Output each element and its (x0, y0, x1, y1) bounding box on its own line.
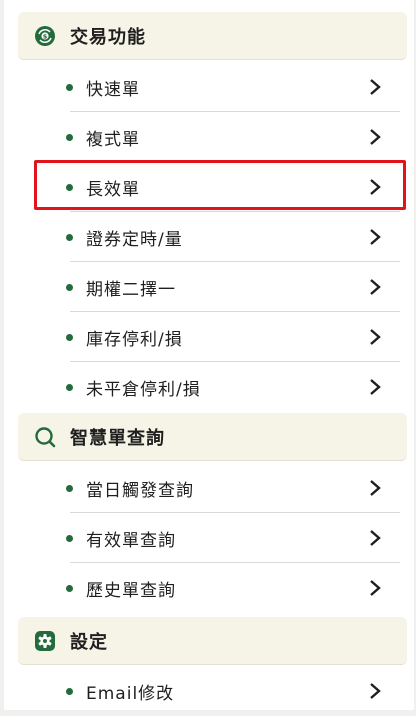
section-header-trading[interactable]: $ 交易功能 (18, 12, 407, 60)
chevron-right-icon (370, 79, 381, 95)
gear-icon (34, 630, 56, 652)
section-label: 設定 (70, 631, 108, 653)
selection-highlight (34, 160, 406, 210)
bullet-icon (66, 233, 73, 241)
menu-item-label: 當日觸發查詢 (86, 480, 194, 501)
chevron-right-icon (370, 480, 381, 496)
chevron-right-icon (370, 229, 381, 245)
section-header-smart-order-query[interactable]: 智慧單查詢 (18, 413, 407, 461)
chevron-right-icon (370, 530, 381, 546)
menu-item-label: 有效單查詢 (86, 530, 176, 551)
menu-item-securities-timed[interactable]: 證券定時/量 (58, 212, 400, 262)
chevron-right-icon (370, 129, 381, 145)
menu-item-email-edit[interactable]: Email修改 (58, 666, 400, 716)
section-header-settings[interactable]: 設定 (18, 617, 407, 665)
chevron-right-icon (370, 279, 381, 295)
chevron-right-icon (370, 379, 381, 395)
bullet-icon (66, 484, 73, 492)
menu-item-today-trigger-query[interactable]: 當日觸發查詢 (58, 463, 400, 513)
menu-item-open-position-stop[interactable]: 未平倉停利/損 (58, 362, 400, 412)
bullet-icon (66, 133, 73, 141)
menu-panel: $ 交易功能 快速單 複式單 長效單 證券定時/量 期權二擇一 庫存停利/損 未… (4, 0, 414, 710)
exchange-coin-icon: $ (34, 25, 56, 47)
bullet-icon (66, 584, 73, 592)
menu-item-history-order-query[interactable]: 歷史單查詢 (58, 563, 400, 613)
menu-item-label: Email修改 (86, 683, 175, 704)
menu-item-label: 快速單 (86, 79, 140, 100)
chevron-right-icon (370, 683, 381, 699)
svg-text:$: $ (43, 32, 48, 40)
menu-item-label: 證券定時/量 (86, 229, 183, 250)
menu-item-active-order-query[interactable]: 有效單查詢 (58, 513, 400, 563)
bullet-icon (66, 83, 73, 91)
menu-item-label: 庫存停利/損 (86, 329, 183, 350)
menu-item-label: 複式單 (86, 129, 140, 150)
section-label: 交易功能 (70, 26, 146, 48)
menu-item-options-either[interactable]: 期權二擇一 (58, 262, 400, 312)
bullet-icon (66, 534, 73, 542)
search-icon (34, 426, 56, 448)
bullet-icon (66, 333, 73, 341)
bullet-icon (66, 383, 73, 391)
menu-item-label: 期權二擇一 (86, 279, 176, 300)
chevron-right-icon (370, 329, 381, 345)
menu-item-quick-order[interactable]: 快速單 (58, 62, 400, 112)
menu-item-label: 歷史單查詢 (86, 580, 176, 601)
section-label: 智慧單查詢 (70, 427, 165, 449)
menu-item-label: 未平倉停利/損 (86, 379, 201, 400)
menu-item-compound-order[interactable]: 複式單 (58, 112, 400, 162)
bullet-icon (66, 283, 73, 291)
bullet-icon (66, 687, 73, 695)
menu-item-inventory-stop[interactable]: 庫存停利/損 (58, 312, 400, 362)
chevron-right-icon (370, 580, 381, 596)
